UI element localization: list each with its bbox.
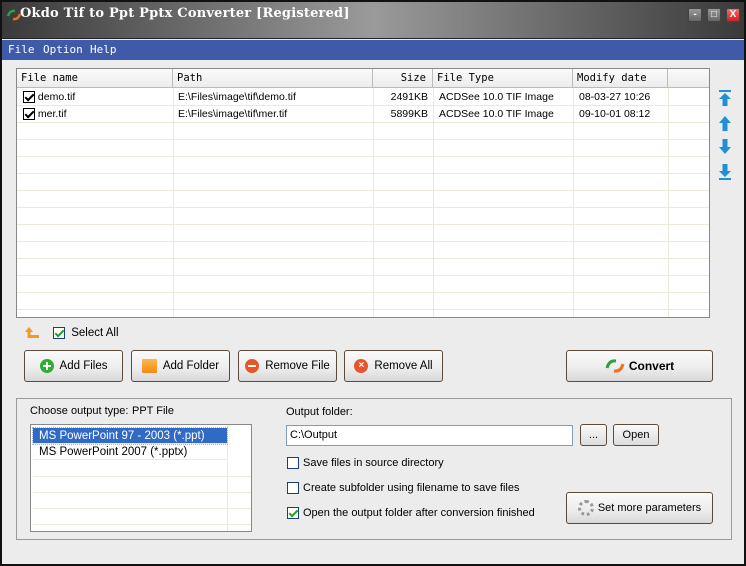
gear-icon: [577, 500, 594, 516]
column-header-path[interactable]: Path: [173, 69, 373, 88]
empty-row: [17, 123, 709, 140]
title-bar[interactable]: Okdo Tif to Ppt Pptx Converter [Register…: [2, 2, 744, 39]
empty-row: [17, 259, 709, 276]
output-folder-input[interactable]: C:\Output: [286, 425, 573, 446]
empty-row: [33, 492, 251, 493]
file-path: E:\Files\image\tif\mer.tif: [178, 108, 288, 120]
empty-row: [17, 242, 709, 259]
empty-row: [17, 293, 709, 310]
remove-all-button[interactable]: × Remove All: [344, 350, 443, 382]
remove-all-icon: ×: [354, 359, 369, 373]
close-button[interactable]: X: [726, 8, 740, 22]
column-divider: [227, 425, 228, 531]
file-path: E:\Files\image\tif\demo.tif: [178, 91, 296, 103]
remove-file-button[interactable]: Remove File: [238, 350, 337, 382]
file-type: ACDSee 10.0 TIF Image: [439, 91, 554, 103]
minimize-button[interactable]: -: [688, 8, 702, 22]
add-folder-label: Add Folder: [162, 360, 220, 372]
open-output-folder-checkbox[interactable]: [287, 507, 299, 519]
move-up-icon[interactable]: [718, 114, 732, 132]
file-date: 08-03-27 10:26: [579, 91, 651, 103]
convert-icon: [605, 359, 625, 373]
menu-file[interactable]: File: [8, 43, 35, 56]
column-header-file-type[interactable]: File Type: [433, 69, 573, 88]
file-list-header: File name Path Size File Type Modify dat…: [17, 69, 709, 88]
empty-row: [17, 140, 709, 157]
file-date: 09-10-01 08:12: [579, 108, 651, 120]
file-row[interactable]: mer.tif E:\Files\image\tif\mer.tif 5899K…: [17, 106, 709, 123]
remove-icon: [245, 359, 260, 373]
maximize-button[interactable]: □: [707, 8, 721, 22]
move-down-icon[interactable]: [718, 138, 732, 156]
output-folder-label: Output folder:: [286, 406, 353, 418]
column-header-size[interactable]: Size: [373, 69, 433, 88]
file-name: mer.tif: [37, 108, 67, 120]
select-all[interactable]: Select All: [53, 327, 119, 339]
add-files-label: Add Files: [59, 360, 108, 372]
empty-row: [33, 508, 251, 509]
column-header-modify-date[interactable]: Modify date: [573, 69, 668, 88]
create-subfolder-label: Create subfolder using filename to save …: [303, 482, 520, 494]
option-save-in-source[interactable]: Save files in source directory: [287, 457, 444, 469]
file-row-checkbox[interactable]: [23, 91, 35, 104]
open-folder-button[interactable]: Open: [613, 424, 659, 446]
set-more-parameters-button[interactable]: Set more parameters: [566, 492, 713, 524]
save-in-source-label: Save files in source directory: [303, 457, 444, 469]
remove-file-label: Remove File: [265, 360, 330, 372]
file-name: demo.tif: [37, 91, 76, 103]
convert-button[interactable]: Convert: [566, 350, 713, 382]
add-folder-button[interactable]: Add Folder: [131, 350, 230, 382]
open-output-folder-label: Open the output folder after conversion …: [303, 507, 535, 519]
folder-icon: [141, 359, 157, 373]
move-bottom-icon[interactable]: [718, 163, 732, 181]
empty-row: [33, 476, 251, 477]
move-top-icon[interactable]: [718, 89, 732, 107]
select-all-checkbox[interactable]: [53, 327, 65, 339]
empty-row: [17, 191, 709, 208]
option-create-subfolder[interactable]: Create subfolder using filename to save …: [287, 482, 519, 494]
empty-row: [17, 174, 709, 191]
remove-all-label: Remove All: [374, 360, 433, 372]
output-type-option[interactable]: MS PowerPoint 97 - 2003 (*.ppt): [32, 427, 228, 445]
option-open-output-folder[interactable]: Open the output folder after conversion …: [287, 507, 535, 519]
output-type-label: Choose output type:: [30, 405, 129, 417]
menu-bar: File Option Help: [2, 40, 744, 60]
file-row[interactable]: demo.tif E:\Files\image\tif\demo.tif 249…: [17, 89, 709, 106]
app-window: Okdo Tif to Ppt Pptx Converter [Register…: [0, 0, 746, 566]
menu-option[interactable]: Option: [43, 43, 83, 56]
file-size: 2491KB: [390, 91, 428, 103]
empty-row: [17, 225, 709, 242]
menu-help[interactable]: Help: [90, 43, 117, 56]
file-size: 5899KB: [390, 108, 428, 120]
column-header-file-name[interactable]: File name: [17, 69, 173, 88]
empty-row: [17, 157, 709, 174]
file-type: ACDSee 10.0 TIF Image: [439, 108, 554, 120]
empty-row: [17, 276, 709, 293]
window-title: Okdo Tif to Ppt Pptx Converter [Register…: [20, 6, 350, 21]
empty-row: [33, 524, 251, 525]
select-all-label: Select All: [71, 327, 119, 339]
file-row-checkbox[interactable]: [23, 108, 35, 121]
save-in-source-checkbox[interactable]: [287, 457, 299, 469]
add-files-button[interactable]: Add Files: [24, 350, 123, 382]
empty-row: [17, 208, 709, 225]
parent-folder-icon[interactable]: [24, 326, 40, 340]
output-type-value: PPT File: [132, 405, 174, 417]
output-type-list[interactable]: MS PowerPoint 97 - 2003 (*.ppt) MS Power…: [30, 424, 252, 532]
browse-button[interactable]: ...: [580, 424, 607, 446]
set-more-parameters-label: Set more parameters: [597, 502, 702, 514]
add-icon: [39, 359, 54, 373]
file-list[interactable]: File name Path Size File Type Modify dat…: [16, 68, 710, 318]
create-subfolder-checkbox[interactable]: [287, 482, 299, 494]
convert-label: Convert: [628, 359, 675, 373]
output-type-option[interactable]: MS PowerPoint 2007 (*.pptx): [33, 444, 227, 460]
